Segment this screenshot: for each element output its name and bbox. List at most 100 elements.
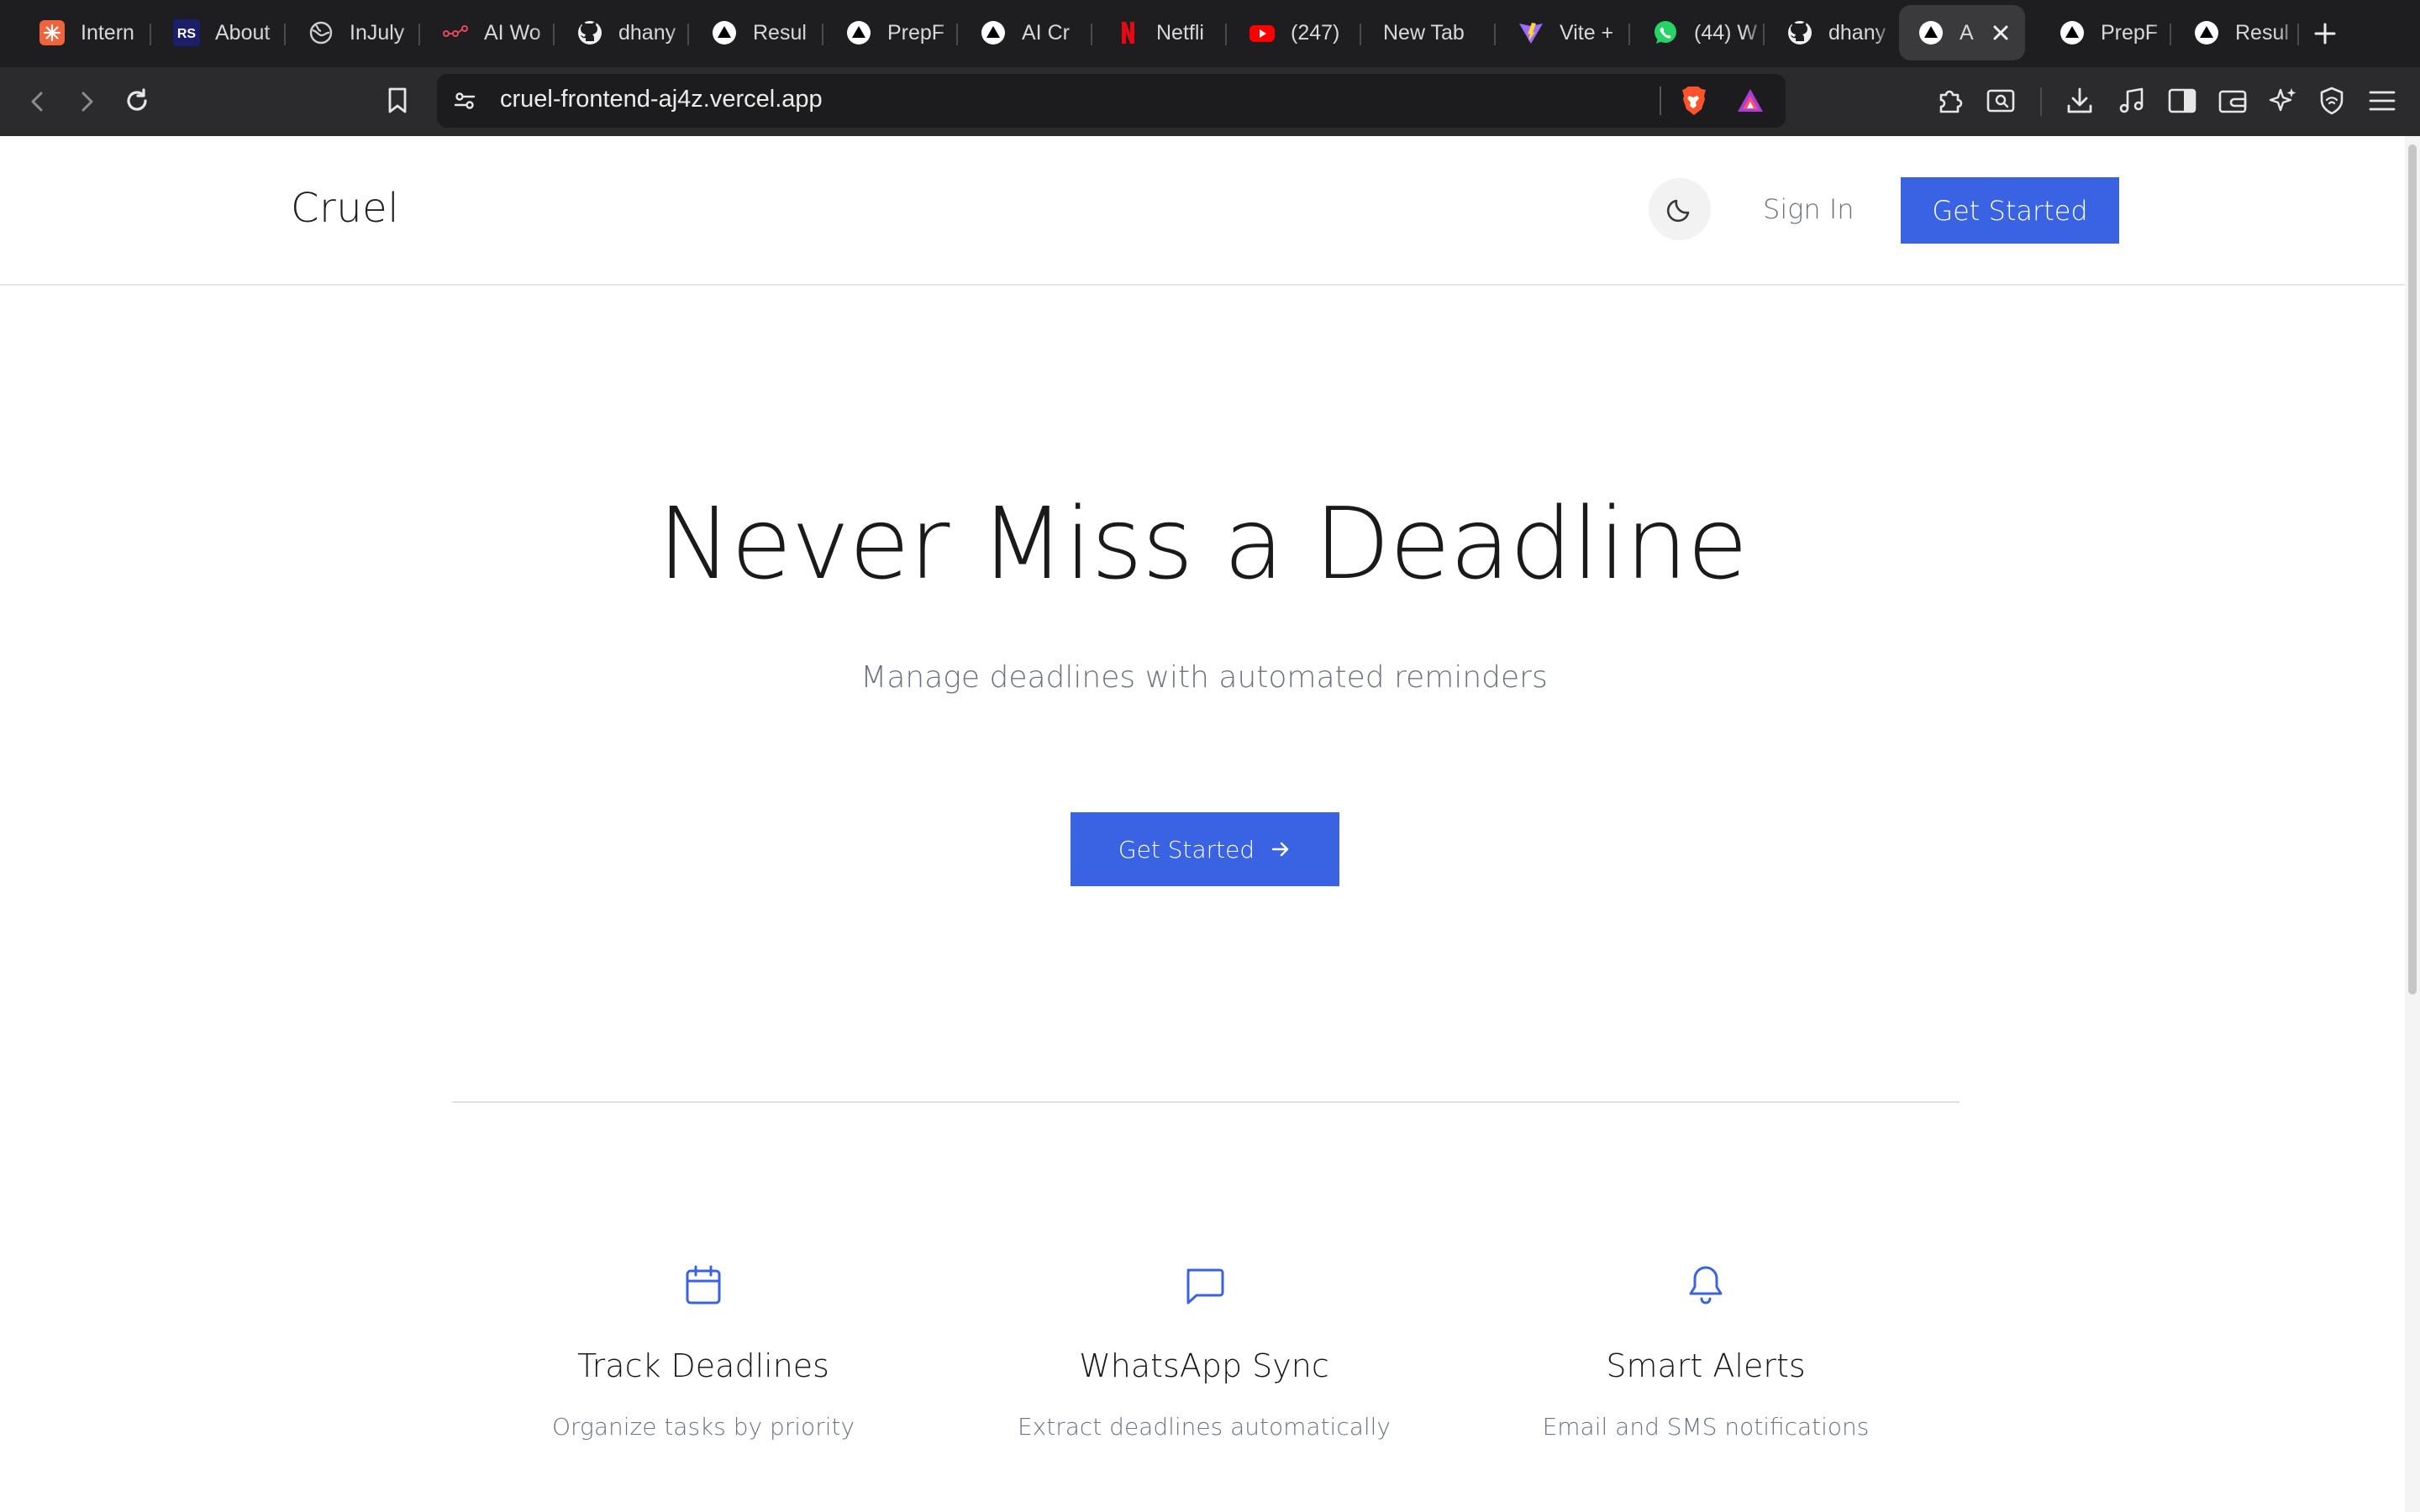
browser-tab-label: A <box>1960 20 1974 45</box>
browser-tab[interactable]: dhany <box>558 5 691 60</box>
browser-tab[interactable]: PrepF <box>827 5 960 60</box>
bell-icon <box>1454 1260 1958 1310</box>
sparkles-icon <box>2269 88 2296 112</box>
feature-title: WhatsApp Sync <box>1079 1347 1329 1384</box>
vercel-icon <box>1918 19 1944 46</box>
screenshot-button[interactable] <box>1981 81 2020 120</box>
browser-tab-label: dhany <box>618 20 676 45</box>
scrollbar-thumb[interactable] <box>2408 144 2417 995</box>
vpn-button[interactable] <box>2312 81 2351 120</box>
whatsapp-icon <box>1652 19 1679 46</box>
rs-logo-icon: RS <box>173 19 200 46</box>
hero-get-started-button[interactable]: Get Started <box>1071 812 1339 886</box>
browser-tab[interactable]: AI Cr <box>961 5 1094 60</box>
menu-button[interactable] <box>2363 81 2402 120</box>
moon-icon <box>1666 199 1690 223</box>
puzzle-icon <box>1939 90 1963 113</box>
browser-tab-active[interactable]: A <box>1899 5 2025 60</box>
browser-tab[interactable]: Resul <box>2175 5 2297 60</box>
download-icon <box>2067 87 2092 113</box>
browser-tab-strip: Intern RS About InJuly AI Wo dhany Resul <box>0 0 2420 67</box>
wallet-button[interactable] <box>2213 81 2252 120</box>
feature-card: Track Deadlines Organize tasks by priori… <box>451 1260 955 1441</box>
nav-divider <box>0 284 2405 286</box>
brave-shields-icon[interactable] <box>1674 81 1712 120</box>
browser-tab[interactable]: RS About <box>155 5 287 60</box>
sidebar-button[interactable] <box>2163 81 2202 120</box>
svg-text:RS: RS <box>177 27 197 41</box>
back-button[interactable] <box>18 82 57 121</box>
vercel-icon <box>2193 19 2220 46</box>
nav-get-started-button[interactable]: Get Started <box>1901 177 2119 244</box>
reload-button[interactable] <box>118 81 156 120</box>
globe-icon <box>308 19 334 46</box>
browser-tab-label: Resul <box>753 20 807 45</box>
browser-tab-label: Vite + <box>1560 20 1614 45</box>
vercel-icon <box>2059 19 2086 46</box>
feature-title: Smart Alerts <box>1606 1347 1806 1384</box>
workflow-icon <box>442 19 469 46</box>
new-tab-button[interactable] <box>2307 15 2344 52</box>
site-settings-icon[interactable] <box>445 81 484 120</box>
sidebar-icon <box>2168 88 2196 113</box>
sparkle-orange-icon <box>39 19 66 46</box>
browser-tab[interactable]: (247) <box>1230 5 1363 60</box>
media-button[interactable] <box>2112 81 2151 120</box>
browser-tab-label: AI Wo <box>484 20 541 45</box>
wallet-icon <box>2218 90 2247 113</box>
chevron-right-icon <box>82 92 93 112</box>
browser-tab[interactable]: Intern <box>20 5 153 60</box>
close-tab-icon[interactable] <box>1988 20 2013 45</box>
browser-tab-label: Intern <box>81 20 134 45</box>
vite-icon <box>1518 19 1544 46</box>
browser-tab[interactable]: Resul <box>692 5 825 60</box>
browser-tab[interactable]: dhany <box>1768 5 1894 60</box>
feature-description: Extract deadlines automatically <box>1017 1413 1392 1441</box>
bookmark-button[interactable] <box>378 81 417 120</box>
downloads-button[interactable] <box>2060 81 2099 120</box>
chevron-left-icon <box>31 92 43 112</box>
browser-tab[interactable]: InJuly <box>289 5 422 60</box>
hero-subtitle: Manage deadlines with automated reminder… <box>860 660 1548 695</box>
browser-tab[interactable]: New Tab <box>1365 5 1497 60</box>
browser-tab-label: PrepF <box>887 20 945 45</box>
extensions-button[interactable] <box>1931 81 1970 120</box>
github-icon <box>1786 19 1813 46</box>
feature-card: Smart Alerts Email and SMS notifications <box>1454 1260 1958 1441</box>
browser-tab-label: AI Cr <box>1022 20 1070 45</box>
url-text[interactable]: cruel-frontend-aj4z.vercel.app <box>500 86 823 113</box>
browser-tab-label: About <box>215 20 271 45</box>
sign-in-link[interactable]: Sign In <box>1763 193 1854 225</box>
forward-button[interactable] <box>67 82 106 121</box>
section-divider <box>452 1101 1960 1103</box>
plus-icon <box>2314 23 2336 45</box>
browser-tab-label: dhany <box>1828 20 1886 45</box>
browser-tab-label: Netfli <box>1156 20 1204 45</box>
feature-card: WhatsApp Sync Extract deadlines automati… <box>952 1260 1456 1441</box>
browser-tab-label: InJuly <box>350 20 405 45</box>
toolbar-separator <box>2040 87 2042 116</box>
theme-toggle-button[interactable] <box>1649 178 1711 240</box>
browser-tab[interactable]: (44) W <box>1634 5 1766 60</box>
vercel-icon <box>980 19 1007 46</box>
browser-tab[interactable]: Netfli <box>1096 5 1228 60</box>
feature-description: Email and SMS notifications <box>1542 1413 1870 1441</box>
browser-tab[interactable]: AI Wo <box>424 5 556 60</box>
feature-description: Organize tasks by priority <box>551 1413 855 1441</box>
github-icon <box>576 19 603 46</box>
browser-tab-label: New Tab <box>1383 20 1465 45</box>
bookmark-icon <box>388 87 407 113</box>
browser-tab-label: (247) <box>1291 20 1340 45</box>
calendar-icon <box>451 1260 955 1310</box>
brave-rewards-icon[interactable] <box>1731 81 1770 120</box>
browser-tab[interactable]: Vite + <box>1499 5 1632 60</box>
browser-tab-label: (44) W <box>1694 20 1757 45</box>
screen-search-icon <box>1986 89 2015 113</box>
hero-title: Never Miss a Deadline <box>657 486 1749 601</box>
vercel-icon <box>711 19 738 46</box>
netflix-icon <box>1114 19 1141 46</box>
browser-tab[interactable]: PrepF <box>2040 5 2173 60</box>
leo-ai-button[interactable] <box>2264 81 2302 120</box>
music-note-icon <box>2119 87 2144 113</box>
brand-logo[interactable]: Cruel <box>291 185 399 232</box>
